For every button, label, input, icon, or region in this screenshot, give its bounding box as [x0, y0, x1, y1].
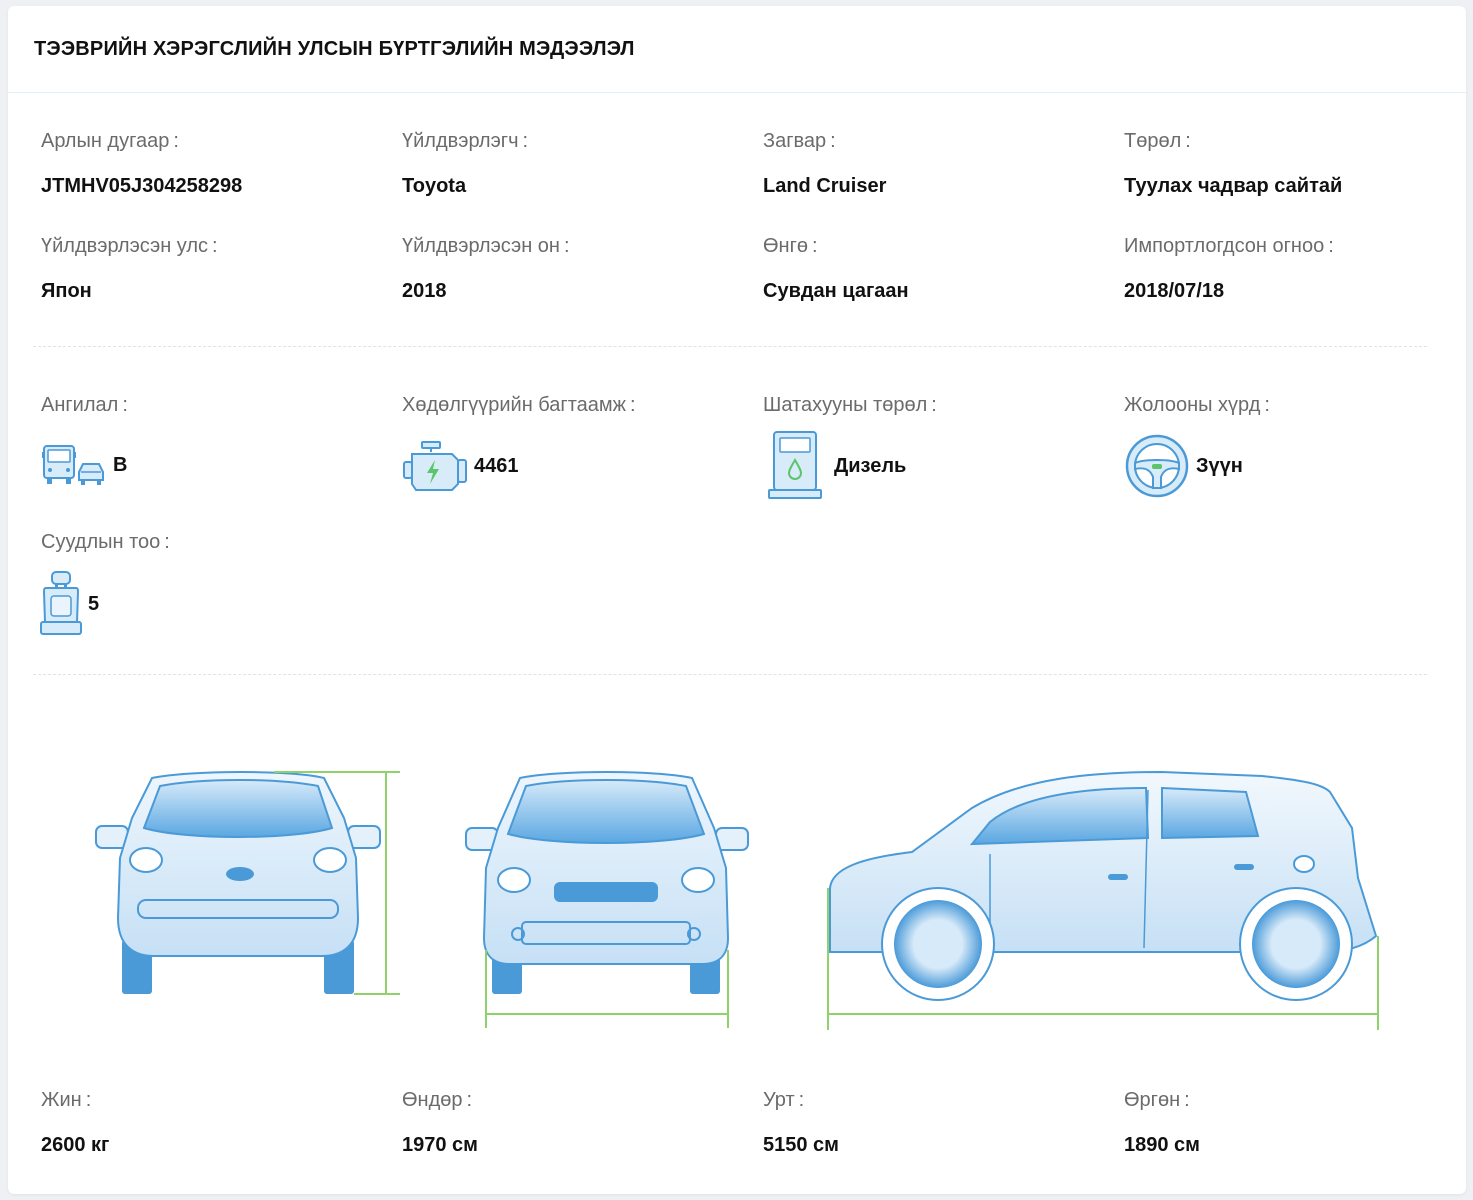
fuel-value-row: Дизель [766, 430, 906, 502]
seats-value: 5 [88, 592, 100, 615]
seats-value-row: 5 [40, 570, 99, 638]
weight-label: Жин [41, 1089, 82, 1111]
type-field: Төрөл: Туулах чадвар сайтай [1124, 130, 1343, 197]
vin-label: Арлын дугаар [41, 130, 170, 152]
car-side-view-diagram [827, 770, 1379, 1030]
color-value: Сувдан цагаан [763, 280, 909, 302]
class-label-field: Ангилал: [41, 394, 128, 416]
engine-label: Хөдөлгүүрийн багтаамж [402, 394, 627, 416]
country-value: Япон [41, 280, 92, 302]
year-label: Үйлдвэрлэсэн он [402, 235, 560, 257]
car-seat-icon [40, 571, 82, 635]
fuel-value: Дизель [834, 454, 907, 477]
steering-value-row: Зүүн [1124, 433, 1243, 499]
steering-value: Зүүн [1196, 454, 1243, 477]
model-value: Land Cruiser [763, 175, 887, 197]
type-label: Төрөл [1124, 130, 1182, 152]
length-value: 5150 см [763, 1134, 839, 1156]
width-label: Өргөн [1124, 1089, 1181, 1111]
import-date-field: Импортлогдсон огноо: 2018/07/18 [1124, 235, 1334, 302]
steering-wheel-icon [1125, 434, 1189, 498]
steering-label: Жолооны хүрд [1124, 394, 1261, 416]
engine-icon [403, 441, 467, 491]
engine-value-row: 4461 [402, 440, 519, 492]
color-label: Өнгө [763, 235, 809, 257]
weight-value: 2600 кг [41, 1134, 110, 1156]
car-front-view-diagram [465, 771, 749, 1028]
section-divider [33, 674, 1427, 675]
steering-label-field: Жолооны хүрд: [1124, 394, 1270, 416]
engine-label-field: Хөдөлгүүрийн багтаамж: [402, 394, 636, 416]
import-date-value: 2018/07/18 [1124, 280, 1225, 302]
class-label: Ангилал [41, 394, 119, 416]
height-field: Өндөр: 1970 см [402, 1089, 478, 1156]
year-value: 2018 [402, 280, 447, 302]
fuel-pump-icon [768, 431, 822, 499]
model-field: Загвар: Land Cruiser [763, 130, 887, 197]
class-value: B [113, 453, 128, 476]
vin-value: JTMHV05J304258298 [41, 175, 243, 197]
country-label: Үйлдвэрлэсэн улс [41, 235, 209, 257]
weight-field: Жин: 2600 кг [41, 1089, 110, 1156]
year-field: Үйлдвэрлэсэн он: 2018 [402, 235, 570, 302]
make-label: Үйлдвэрлэгч [402, 130, 519, 152]
engine-value: 4461 [474, 454, 519, 477]
seats-label-field: Суудлын тоо: [41, 531, 170, 553]
import-date-label: Импортлогдсон огноо [1124, 235, 1325, 257]
type-value: Туулах чадвар сайтай [1124, 175, 1343, 197]
card-header: ТЭЭВРИЙН ХЭРЭГСЛИЙН УЛСЫН БҮРТГЭЛИЙН МЭД… [8, 6, 1466, 93]
vehicle-class-icon [42, 445, 104, 485]
vin-field: Арлын дугаар: JTMHV05J304258298 [41, 130, 243, 197]
color-field: Өнгө: Сувдан цагаан [763, 235, 909, 302]
make-value: Toyota [402, 175, 467, 197]
country-field: Үйлдвэрлэсэн улс: Япон [41, 235, 218, 302]
make-field: Үйлдвэрлэгч: Toyota [402, 130, 529, 197]
width-value: 1890 см [1124, 1134, 1200, 1156]
length-field: Урт: 5150 см [763, 1089, 839, 1156]
seats-label: Суудлын тоо [41, 531, 161, 553]
height-value: 1970 см [402, 1134, 478, 1156]
length-label: Урт [763, 1089, 795, 1111]
section-divider [33, 346, 1427, 347]
model-label: Загвар [763, 130, 827, 152]
fuel-label: Шатахууны төрөл [763, 394, 928, 416]
width-field: Өргөн: 1890 см [1124, 1089, 1200, 1156]
class-value-row: B [41, 442, 127, 488]
car-rear-view-diagram [95, 771, 400, 995]
fuel-label-field: Шатахууны төрөл: [763, 394, 937, 416]
height-label: Өндөр [402, 1089, 463, 1111]
card-title: ТЭЭВРИЙН ХЭРЭГСЛИЙН УЛСЫН БҮРТГЭЛИЙН МЭД… [34, 38, 635, 60]
